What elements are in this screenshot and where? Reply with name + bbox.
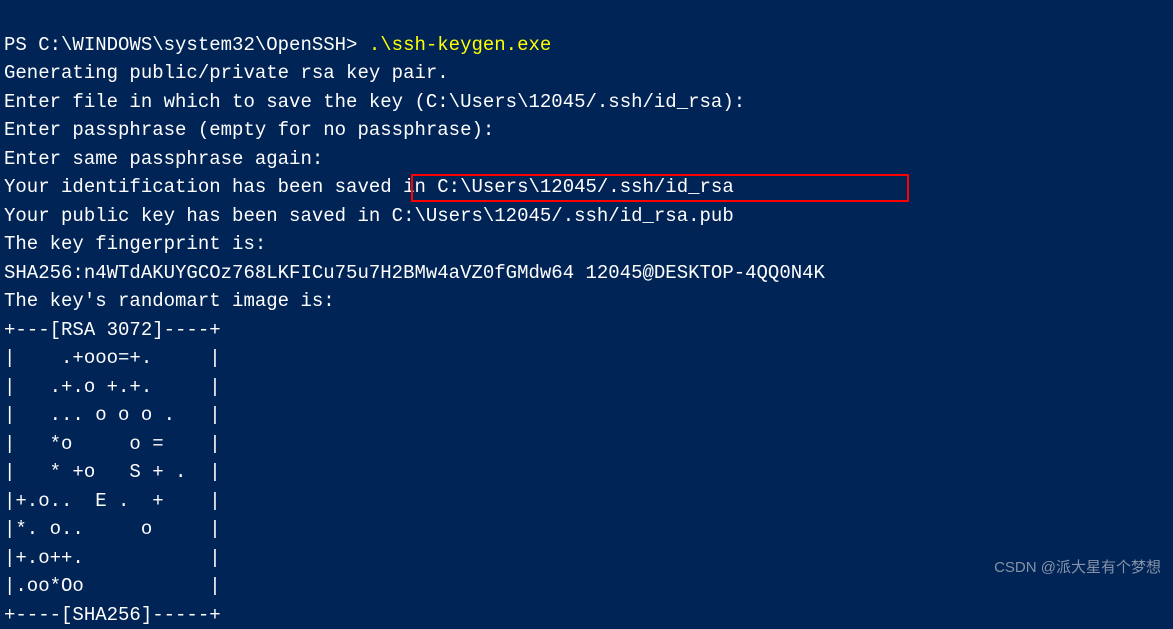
output-line-pubkey: Your public key has been saved in C:\Use…	[4, 205, 734, 227]
randomart-line: | ... o o o . |	[4, 404, 221, 426]
randomart-line: +----[SHA256]-----+	[4, 604, 221, 626]
output-line: The key's randomart image is:	[4, 290, 335, 312]
terminal-output[interactable]: PS C:\WINDOWS\system32\OpenSSH> .\ssh-ke…	[4, 2, 1169, 629]
output-line: Enter passphrase (empty for no passphras…	[4, 119, 494, 141]
randomart-line: | .+.o +.+. |	[4, 376, 221, 398]
output-line-fingerprint: SHA256:n4WTdAKUYGCOz768LKFICu75u7H2BMw4a…	[4, 262, 825, 284]
randomart-line: |.oo*Oo |	[4, 575, 221, 597]
randomart-line: | .+ooo=+. |	[4, 347, 221, 369]
output-line: Generating public/private rsa key pair.	[4, 62, 449, 84]
output-line: Enter same passphrase again:	[4, 148, 323, 170]
randomart-line: | *o o = |	[4, 433, 221, 455]
output-line: Enter file in which to save the key (C:\…	[4, 91, 745, 113]
output-line: The key fingerprint is:	[4, 233, 266, 255]
command-text: .\ssh-keygen.exe	[369, 34, 551, 56]
randomart-line: |+.o.. E . + |	[4, 490, 221, 512]
randomart-line: |+.o++. |	[4, 547, 221, 569]
watermark-text: CSDN @派大星有个梦想	[994, 557, 1161, 580]
output-line: Your identification has been saved in C:…	[4, 176, 734, 198]
randomart-line: |*. o.. o |	[4, 518, 221, 540]
prompt-text: PS C:\WINDOWS\system32\OpenSSH>	[4, 34, 369, 56]
randomart-line: +---[RSA 3072]----+	[4, 319, 221, 341]
randomart-line: | * +o S + . |	[4, 461, 221, 483]
